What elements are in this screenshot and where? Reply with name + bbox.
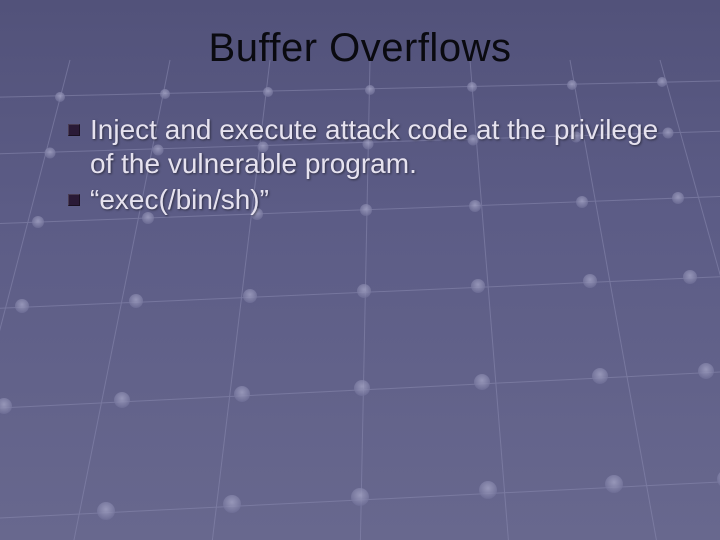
bullet-text: “exec(/bin/sh)”: [90, 183, 269, 217]
bullet-icon: [68, 194, 80, 206]
slide-content: Inject and execute attack code at the pr…: [40, 113, 680, 217]
bullet-text: Inject and execute attack code at the pr…: [90, 113, 680, 181]
slide-title: Buffer Overflows: [40, 26, 680, 71]
list-item: Inject and execute attack code at the pr…: [68, 113, 680, 181]
list-item: “exec(/bin/sh)”: [68, 183, 680, 217]
bullet-icon: [68, 124, 80, 136]
slide-body: Buffer Overflows Inject and execute atta…: [0, 0, 720, 540]
